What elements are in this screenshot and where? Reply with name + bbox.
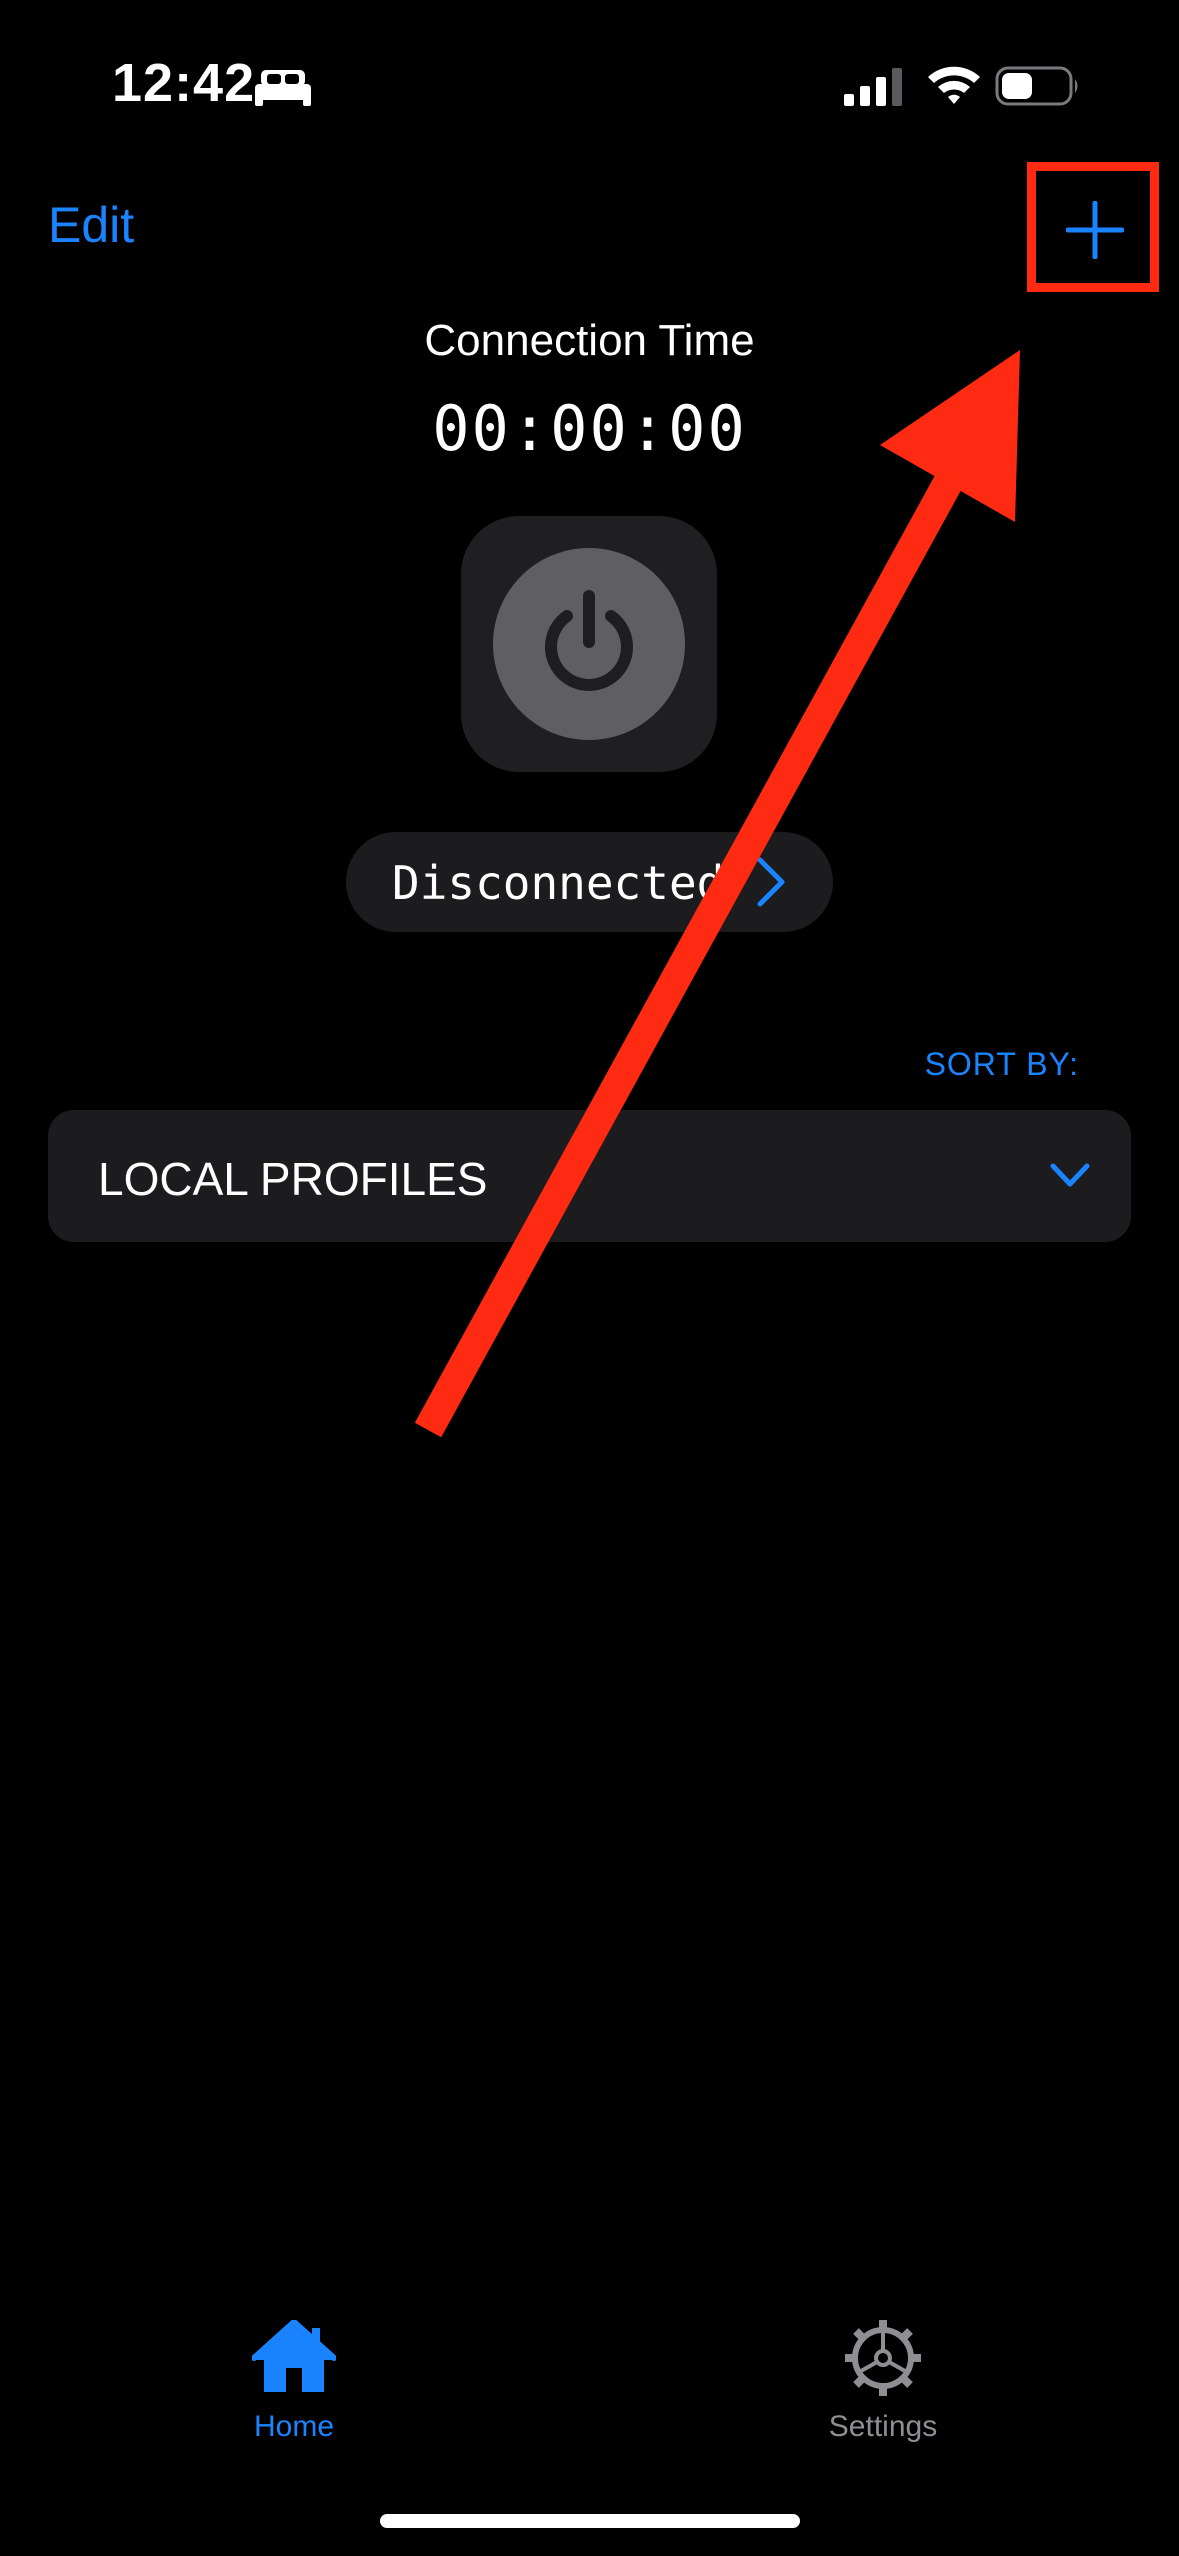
annotation-arrow xyxy=(414,350,1020,1438)
tab-home[interactable]: Home xyxy=(194,2320,394,2460)
add-profile-button[interactable] xyxy=(1030,164,1160,294)
sleep-focus-icon xyxy=(255,70,311,106)
connection-time-value: 00:00:00 xyxy=(432,392,747,465)
connection-status-button[interactable]: Disconnected xyxy=(346,832,833,932)
chevron-right-icon xyxy=(757,857,785,907)
home-indicator xyxy=(380,2514,800,2528)
edit-button[interactable]: Edit xyxy=(48,196,134,254)
local-profiles-section[interactable]: LOCAL PROFILES xyxy=(48,1110,1131,1242)
battery-icon xyxy=(995,66,1078,106)
connection-time-title: Connection Time xyxy=(424,316,755,365)
power-icon xyxy=(545,590,633,691)
cellular-signal-icon xyxy=(844,68,902,106)
chevron-down-icon xyxy=(1050,1163,1090,1187)
house-icon xyxy=(252,2320,336,2392)
status-time: 12:42 xyxy=(112,53,256,113)
tab-settings-label: Settings xyxy=(828,2410,938,2443)
tab-settings[interactable]: Settings xyxy=(783,2320,983,2460)
connection-status-label: Disconnected xyxy=(392,856,725,910)
gear-icon xyxy=(845,2320,921,2396)
sort-by-button[interactable]: SORT BY: xyxy=(925,1046,1079,1083)
tab-home-label: Home xyxy=(253,2410,335,2443)
wifi-icon xyxy=(928,66,980,104)
app-screen: 12:42 Edit Connection Time 00:00:00 Disc… xyxy=(0,0,1179,2556)
power-toggle-button[interactable] xyxy=(461,516,717,772)
local-profiles-label: LOCAL PROFILES xyxy=(98,1153,488,1205)
plus-icon xyxy=(1066,201,1124,259)
power-circle xyxy=(493,548,685,740)
